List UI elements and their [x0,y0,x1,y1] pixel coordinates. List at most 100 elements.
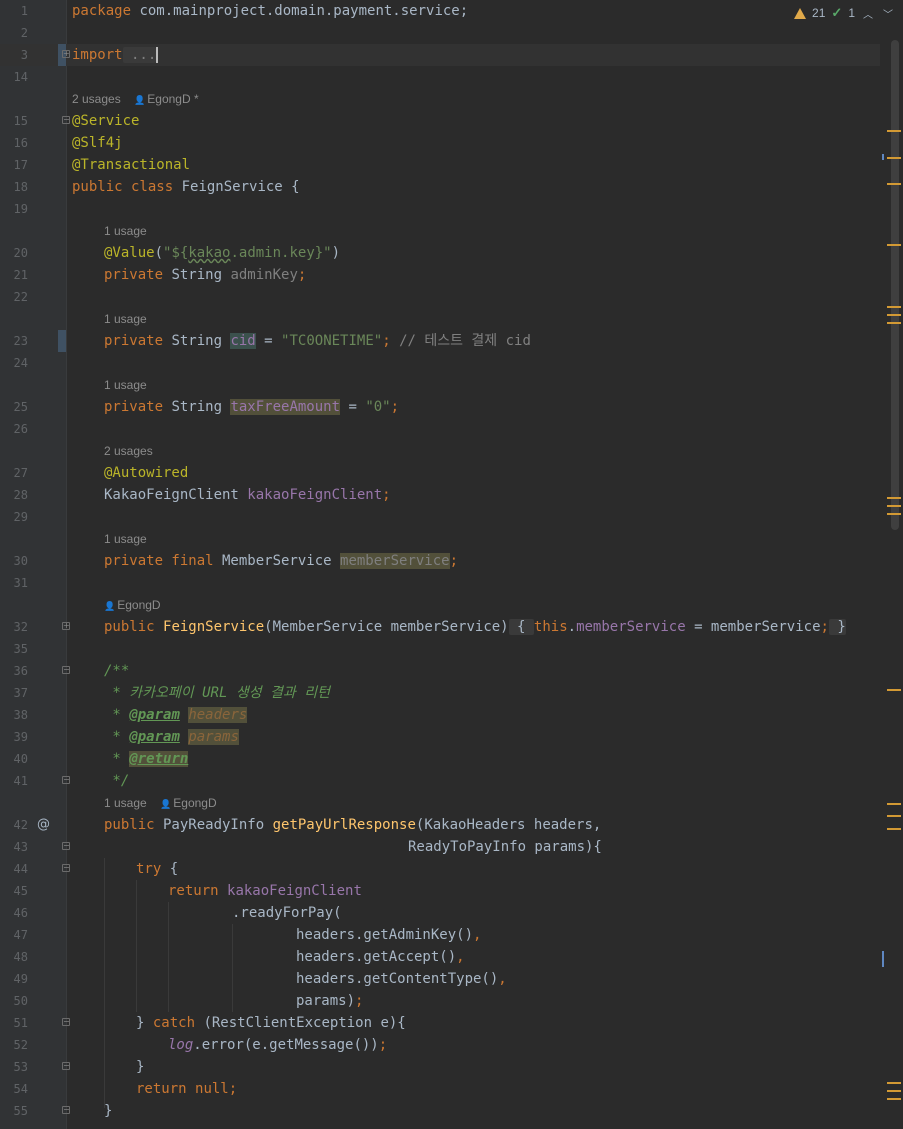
code-line[interactable]: 53− } [0,1056,880,1078]
code-line[interactable]: 36− /** [0,660,880,682]
usages-hint[interactable]: 1 usage [104,220,147,242]
code-line[interactable]: 24 [0,352,880,374]
inlay-hint-row: 1 usage 👤 EgongD [0,792,880,814]
code-line[interactable]: 17 @Transactional [0,154,880,176]
fold-icon[interactable]: − [62,776,70,784]
code-line[interactable]: 31 [0,572,880,594]
code-line[interactable]: 39 * @param params [0,726,880,748]
chevron-up-icon[interactable]: ︿ [861,6,875,21]
code-line[interactable]: 47 headers.getAdminKey(), [0,924,880,946]
warning-stripe[interactable] [887,314,901,316]
code-line[interactable]: 1 package com.mainproject.domain.payment… [0,0,880,22]
code-line[interactable]: 55− } [0,1100,880,1122]
warning-stripe[interactable] [887,244,901,246]
warning-stripe[interactable] [887,828,901,830]
inlay-hint-row: 2 usages [0,440,880,462]
code-line[interactable]: 42 @ public PayReadyInfo getPayUrlRespon… [0,814,880,836]
author-icon: 👤 [160,799,172,809]
author-icon: 👤 [134,95,146,105]
code-line[interactable]: 50 params); [0,990,880,1012]
warning-stripe[interactable] [887,130,901,132]
text-caret [156,47,159,63]
chevron-down-icon[interactable]: ﹀ [881,6,895,21]
code-line[interactable]: 14 [0,66,880,88]
code-line[interactable]: 49 headers.getContentType(), [0,968,880,990]
fold-icon[interactable]: − [62,1062,70,1070]
inlay-hint-row: 1 usage [0,308,880,330]
code-line[interactable]: 26 [0,418,880,440]
code-editor[interactable]: 1 package com.mainproject.domain.payment… [0,0,903,1129]
vertical-scrollbar[interactable] [891,40,899,530]
code-line[interactable]: 44− try { [0,858,880,880]
author-hint[interactable]: EgongD [117,598,160,612]
code-line[interactable]: 21 private String adminKey; [0,264,880,286]
usages-hint[interactable]: 1 usage [104,796,147,810]
fold-icon[interactable]: − [62,1106,70,1114]
code-line[interactable]: 54 return null; [0,1078,880,1100]
warning-stripe[interactable] [887,505,901,507]
author-hint[interactable]: EgongD * [147,92,198,106]
usages-hint[interactable]: 2 usages [72,92,121,106]
warning-stripe[interactable] [887,157,901,159]
change-stripe[interactable] [882,154,884,160]
usages-hint[interactable]: 1 usage [104,374,147,396]
code-line[interactable]: 51− } catch (RestClientException e){ [0,1012,880,1034]
author-icon: 👤 [104,601,116,611]
code-line[interactable]: 2 [0,22,880,44]
code-line[interactable]: 46 .readyForPay( [0,902,880,924]
line-number: 1 [20,4,28,18]
code-line[interactable]: 45 return kakaoFeignClient [0,880,880,902]
change-stripe[interactable] [882,951,884,967]
inspection-widget[interactable]: 21 ✓ 1 ︿ ﹀ [794,4,895,22]
warning-stripe[interactable] [887,689,901,691]
code-line[interactable]: 15− @Service [0,110,880,132]
code-line[interactable]: 22 [0,286,880,308]
code-line[interactable]: 25 private String taxFreeAmount = "0"; [0,396,880,418]
warning-stripe[interactable] [887,815,901,817]
warning-stripe[interactable] [887,1082,901,1084]
fold-icon[interactable]: − [62,116,70,124]
fold-icon[interactable]: − [62,666,70,674]
code-line[interactable]: 18 public class FeignService { [0,176,880,198]
code-line[interactable]: 37 * 카카오페이 URL 생성 결과 리턴 [0,682,880,704]
code-line[interactable]: 16 @Slf4j [0,132,880,154]
code-line[interactable]: 41− */ [0,770,880,792]
code-line[interactable]: 19 [0,198,880,220]
code-line[interactable]: 29 [0,506,880,528]
code-line[interactable]: 20 @Value("${kakao.admin.key}") [0,242,880,264]
inlay-hint-row: 1 usage [0,528,880,550]
code-line[interactable]: 27 @Autowired [0,462,880,484]
override-icon[interactable]: @ [37,814,50,836]
usages-hint[interactable]: 2 usages [104,440,153,462]
warning-stripe[interactable] [887,1090,901,1092]
code-line[interactable]: 28 KakaoFeignClient kakaoFeignClient; [0,484,880,506]
code-line[interactable]: 35 [0,638,880,660]
warning-stripe[interactable] [887,183,901,185]
code-line[interactable]: 30 private final MemberService memberSer… [0,550,880,572]
code-line[interactable]: 40 * @return [0,748,880,770]
usages-hint[interactable]: 1 usage [104,308,147,330]
warning-stripe[interactable] [887,322,901,324]
author-hint[interactable]: EgongD [173,796,216,810]
warning-stripe[interactable] [887,803,901,805]
warning-stripe[interactable] [887,306,901,308]
code-line[interactable]: 32 + public FeignService(MemberService me… [0,616,880,638]
fold-icon[interactable]: − [62,864,70,872]
fold-icon[interactable]: + [62,622,70,630]
folded-imports[interactable]: ... [122,47,157,63]
fold-icon[interactable]: − [62,1018,70,1026]
warning-stripe[interactable] [887,513,901,515]
code-line[interactable]: 52 log.error(e.getMessage()); [0,1034,880,1056]
usages-hint[interactable]: 1 usage [104,528,147,550]
code-line[interactable]: 48 headers.getAccept(), [0,946,880,968]
code-line[interactable]: 38 * @param headers [0,704,880,726]
code-line[interactable]: 43− ReadyToPayInfo params){ [0,836,880,858]
warning-stripe[interactable] [887,1098,901,1100]
inlay-hint-row: 1 usage [0,374,880,396]
code-line-current[interactable]: 3 + packageimport ... [0,44,880,66]
code-line[interactable]: 23 private String cid = "TC0ONETIME"; //… [0,330,880,352]
inlay-hint-row: 2 usages 👤 EgongD * [0,88,880,110]
fold-icon[interactable]: + [62,50,70,58]
warning-stripe[interactable] [887,497,901,499]
fold-icon[interactable]: − [62,842,70,850]
